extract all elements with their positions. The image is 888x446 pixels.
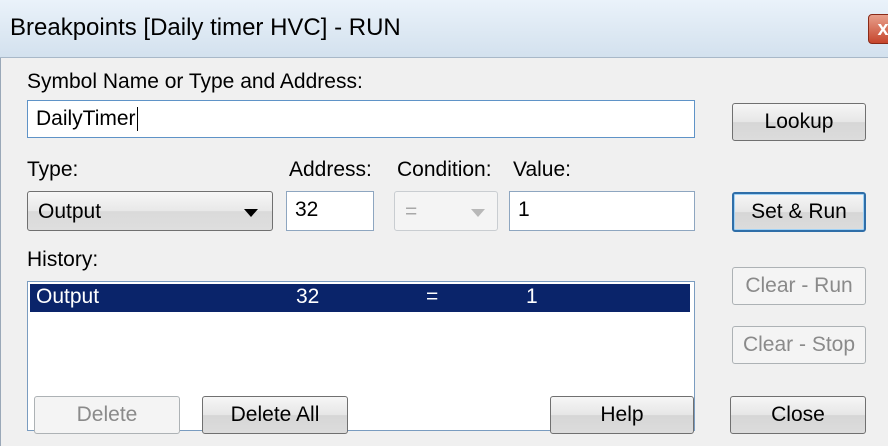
close-button-label: Close: [771, 403, 825, 426]
help-button[interactable]: Help: [550, 396, 694, 434]
chevron-down-icon: [244, 209, 258, 217]
delete-button-label: Delete: [76, 403, 138, 426]
window-close-button[interactable]: x: [868, 14, 888, 44]
clear-stop-button-label: Clear - Stop: [742, 333, 856, 356]
history-label: History:: [27, 248, 99, 271]
delete-all-button-label: Delete All: [230, 403, 320, 426]
clear-stop-button: Clear - Stop: [732, 326, 866, 364]
close-icon: x: [877, 18, 888, 40]
type-dropdown-value: Output: [38, 200, 102, 223]
lookup-button-label: Lookup: [764, 110, 834, 133]
set-and-run-button[interactable]: Set & Run: [732, 192, 866, 232]
symbol-input[interactable]: DailyTimer: [27, 100, 695, 138]
symbol-input-value: DailyTimer: [36, 107, 136, 130]
address-input-value: 32: [295, 198, 319, 221]
symbol-label: Symbol Name or Type and Address:: [27, 70, 363, 93]
history-row-address: 32: [296, 285, 320, 308]
history-row-value: 1: [526, 285, 538, 308]
condition-dropdown: =: [394, 191, 498, 231]
dialog-body: Symbol Name or Type and Address: DailyTi…: [0, 58, 888, 446]
lookup-button[interactable]: Lookup: [732, 103, 866, 141]
history-row-type: Output: [36, 285, 100, 308]
address-label: Address:: [289, 158, 372, 181]
text-caret: [136, 107, 138, 132]
value-input[interactable]: 1: [509, 191, 695, 231]
chevron-down-icon: [471, 209, 485, 217]
set-and-run-button-label: Set & Run: [751, 200, 847, 223]
clear-run-button-label: Clear - Run: [745, 274, 853, 297]
history-row[interactable]: Output 32 = 1: [30, 284, 690, 312]
clear-run-button: Clear - Run: [732, 267, 866, 305]
type-dropdown[interactable]: Output: [27, 191, 273, 231]
title-bar[interactable]: Breakpoints [Daily timer HVC] - RUN x: [0, 0, 888, 58]
history-row-condition: =: [426, 285, 439, 308]
condition-dropdown-value: =: [405, 200, 418, 223]
delete-all-button[interactable]: Delete All: [202, 396, 348, 434]
type-label: Type:: [27, 158, 79, 181]
condition-label: Condition:: [397, 158, 492, 181]
help-button-label: Help: [600, 403, 644, 426]
window-title: Breakpoints [Daily timer HVC] - RUN: [10, 14, 401, 41]
value-input-value: 1: [518, 198, 530, 221]
delete-button: Delete: [34, 396, 180, 434]
value-label: Value:: [513, 158, 571, 181]
close-button[interactable]: Close: [730, 396, 866, 434]
address-input[interactable]: 32: [286, 191, 374, 231]
